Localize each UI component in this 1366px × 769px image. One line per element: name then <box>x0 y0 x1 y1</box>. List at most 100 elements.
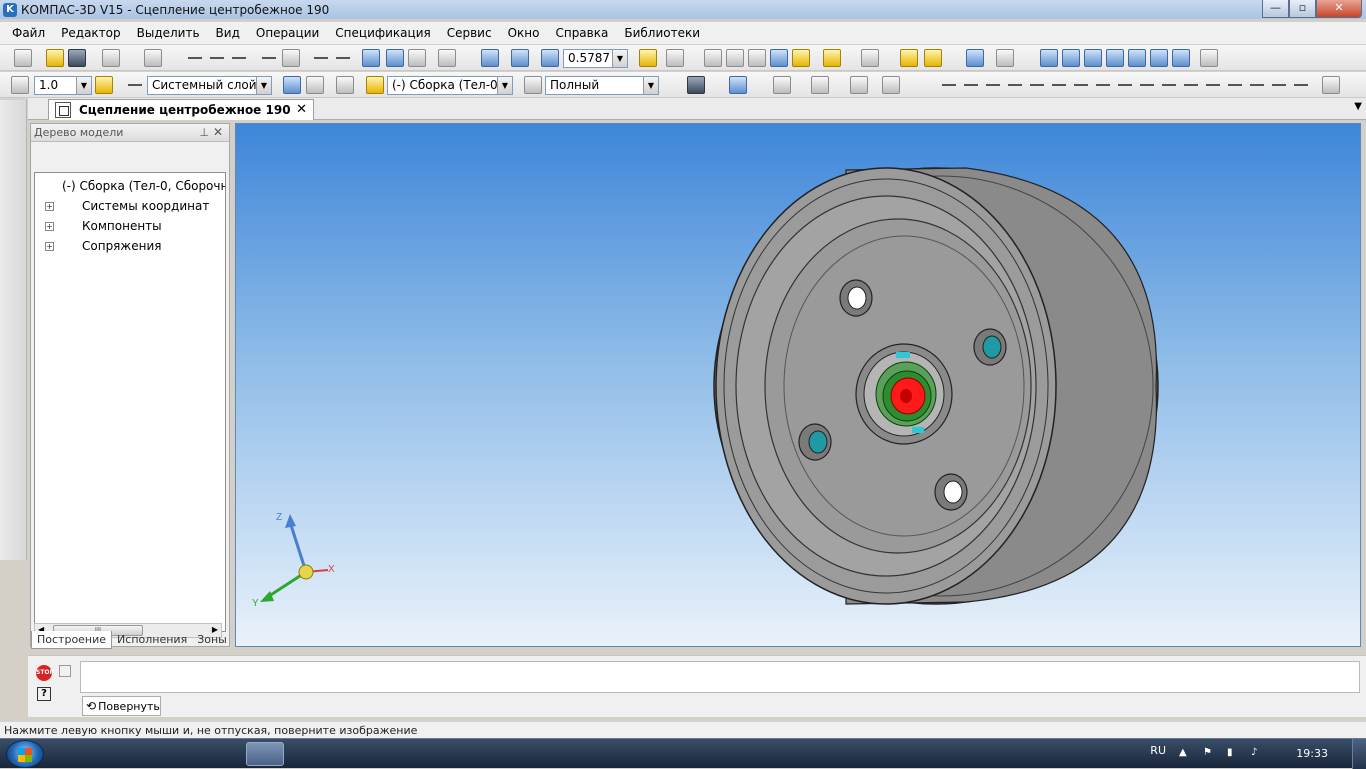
tab-document[interactable]: Сцепление центробежное 190 ✕ <box>48 99 314 120</box>
fillet-tool-icon[interactable] <box>1182 76 1200 94</box>
tab-construction[interactable]: Построение <box>31 631 113 649</box>
print-icon[interactable] <box>102 49 120 67</box>
taskbar-explorer[interactable] <box>108 742 146 766</box>
chevron-down-icon[interactable]: ▼ <box>612 50 627 67</box>
format-painter-icon[interactable] <box>260 49 278 67</box>
layers-icon[interactable] <box>126 76 144 94</box>
offset-tool-icon[interactable] <box>1270 76 1288 94</box>
taskbar-paint[interactable] <box>292 742 330 766</box>
arrays-icon[interactable] <box>6 177 21 191</box>
sketch-icon[interactable] <box>1172 49 1190 67</box>
close-icon[interactable]: ✕ <box>213 125 223 139</box>
bezier-tool-icon[interactable] <box>1138 76 1156 94</box>
open-folder-icon[interactable] <box>46 49 64 67</box>
rotate-tab[interactable]: ⟲ Повернуть <box>82 696 161 716</box>
mirror-icon[interactable] <box>811 76 829 94</box>
tree-item-components[interactable]: + Компоненты <box>45 216 162 236</box>
polygon-tool-icon[interactable] <box>1226 76 1244 94</box>
collision-icon[interactable] <box>6 424 21 438</box>
minimize-button[interactable]: — <box>1262 0 1289 18</box>
library-icon[interactable] <box>966 49 984 67</box>
language-indicator[interactable]: RU <box>1150 744 1166 757</box>
pin-icon[interactable]: ⊥ <box>199 126 209 139</box>
extrude-icon[interactable] <box>729 76 747 94</box>
chevron-down-icon[interactable]: ▼ <box>1354 101 1362 112</box>
volume-icon[interactable]: ♪ <box>1251 747 1262 758</box>
tree-item-mates[interactable]: + Сопряжения <box>45 236 161 256</box>
arc-tool-icon[interactable] <box>1028 76 1046 94</box>
zoom-scale-combo[interactable]: 0.5787 ▼ <box>563 49 628 68</box>
cs-list-icon[interactable] <box>306 76 324 94</box>
tab-executions[interactable]: Исполнения <box>112 631 192 649</box>
sheet-metal-icon[interactable] <box>6 279 21 293</box>
filters-icon[interactable] <box>6 211 21 225</box>
tree-item-assembly[interactable]: (-) Сборка (Тел-0, Сборочны <box>40 176 225 196</box>
body-icon[interactable] <box>1150 49 1168 67</box>
measure-icon[interactable] <box>996 49 1014 67</box>
menu-file[interactable]: Файл <box>4 26 53 40</box>
halftone-icon[interactable] <box>770 49 788 67</box>
help-pointer-icon[interactable] <box>438 49 456 67</box>
auxiliary-geometry-icon[interactable] <box>6 194 21 208</box>
expand-icon[interactable]: + <box>45 221 54 231</box>
halftone-edges-icon[interactable] <box>792 49 810 67</box>
expand-icon[interactable]: + <box>45 201 54 211</box>
mates-panel-icon[interactable] <box>6 329 21 343</box>
surface-icon[interactable] <box>1128 49 1146 67</box>
cut-icon[interactable] <box>186 49 204 67</box>
menu-operations[interactable]: Операции <box>248 26 327 40</box>
tray-expand-icon[interactable]: ▲ <box>1179 747 1190 758</box>
point-tool-icon[interactable] <box>940 76 958 94</box>
network-icon[interactable]: ▮ <box>1227 747 1238 758</box>
settings-icon[interactable] <box>1200 49 1218 67</box>
text-icon[interactable] <box>882 76 900 94</box>
copy-icon[interactable] <box>208 49 226 67</box>
show-desktop-button[interactable] <box>1352 739 1366 769</box>
curves-icon[interactable] <box>6 143 21 157</box>
menu-select[interactable]: Выделить <box>129 26 208 40</box>
command-input-area[interactable] <box>80 661 1360 693</box>
specification-icon[interactable] <box>6 228 21 242</box>
tree-properties-icon[interactable] <box>98 146 116 164</box>
taskbar-calculator[interactable] <box>200 742 238 766</box>
section-icon[interactable] <box>1040 49 1058 67</box>
trim-tool-icon[interactable] <box>1292 76 1310 94</box>
chevron-down-icon[interactable]: ▼ <box>497 77 512 94</box>
menu-editor[interactable]: Редактор <box>53 26 128 40</box>
chevron-down-icon[interactable]: ▼ <box>643 77 658 94</box>
tab-zones[interactable]: Зоны <box>192 631 232 649</box>
more-tools-icon[interactable] <box>1322 76 1340 94</box>
close-icon[interactable]: ✕ <box>296 102 307 117</box>
rotate-icon[interactable] <box>639 49 657 67</box>
fx-icon[interactable] <box>408 49 426 67</box>
save-icon[interactable] <box>68 49 86 67</box>
menu-service[interactable]: Сервис <box>439 26 500 40</box>
perspective-icon[interactable] <box>823 49 841 67</box>
circle-tool-icon[interactable] <box>1006 76 1024 94</box>
solid-ops-icon[interactable] <box>6 126 21 140</box>
zoom-in-icon[interactable] <box>541 49 559 67</box>
array-icon[interactable] <box>773 76 791 94</box>
wireframe-icon[interactable] <box>704 49 722 67</box>
display-mode-icon[interactable] <box>524 76 542 94</box>
surfaces-icon[interactable] <box>6 160 21 174</box>
taskbar-media[interactable] <box>154 742 192 766</box>
orientation-icon[interactable] <box>666 49 684 67</box>
hidden-lines-icon[interactable] <box>726 49 744 67</box>
elements-icon[interactable] <box>6 506 21 520</box>
component-panel-icon[interactable] <box>6 358 21 372</box>
display-mode-combo[interactable]: Полный ▼ <box>545 76 659 95</box>
edit-component-icon[interactable] <box>336 76 354 94</box>
point-icon[interactable] <box>1106 49 1124 67</box>
clock[interactable]: 19:33 <box>1296 747 1328 760</box>
close-button[interactable]: ✕ <box>1316 0 1362 18</box>
diagnostics-icon[interactable] <box>6 478 21 492</box>
dimensions-icon[interactable] <box>6 262 21 276</box>
filter-icon[interactable] <box>861 49 879 67</box>
menu-libraries[interactable]: Библиотеки <box>616 26 708 40</box>
3d-viewport[interactable]: Z Y X <box>235 123 1361 647</box>
paste-icon[interactable] <box>230 49 248 67</box>
assembly-combo[interactable]: (-) Сборка (Тел-0, С ▼ <box>387 76 513 95</box>
tree-filter-icon[interactable] <box>120 146 138 164</box>
move-icon[interactable] <box>11 76 29 94</box>
